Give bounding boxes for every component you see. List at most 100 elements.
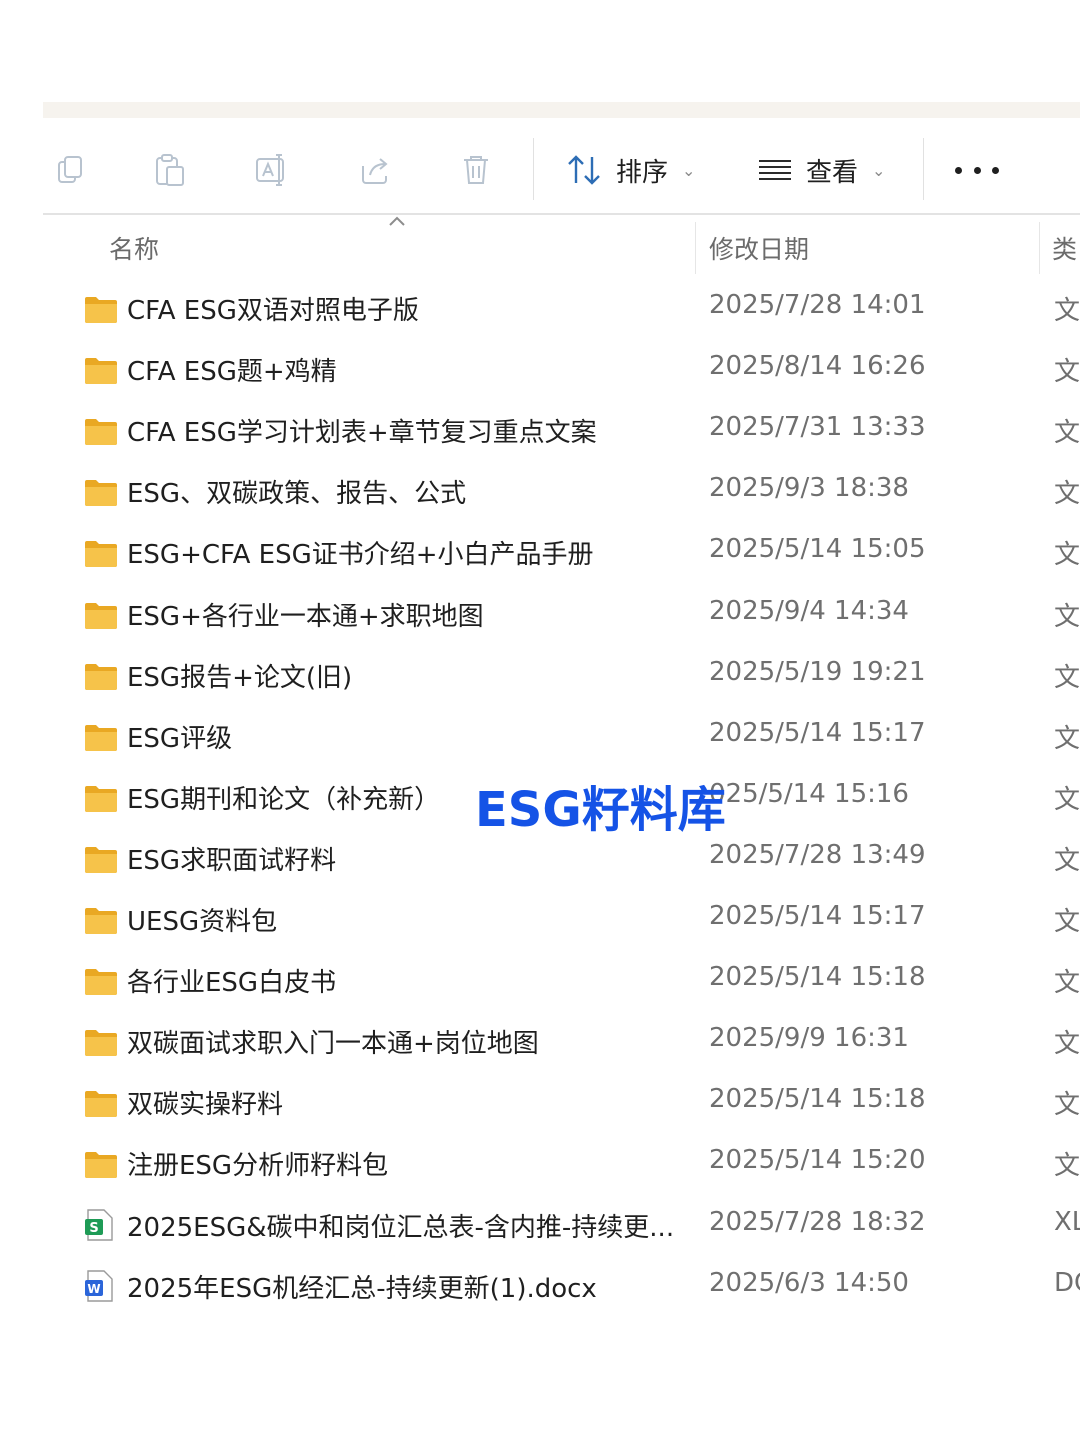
file-name: ESG+各行业一本通+求职地图 — [127, 601, 484, 632]
file-type: 文 — [1054, 1090, 1080, 1121]
file-name: 2025年ESG机经汇总-持续更新(1).docx — [127, 1273, 597, 1304]
file-modified-date: 2025/9/3 18:38 — [709, 473, 909, 504]
window-top-edge — [43, 102, 1080, 118]
folder-icon — [84, 355, 118, 385]
more-icon[interactable] — [955, 154, 999, 186]
file-name: 2025ESG&碳中和岗位汇总表-含内推-持续更... — [127, 1212, 675, 1243]
view-icon — [759, 160, 791, 180]
svg-text:S: S — [89, 1221, 98, 1236]
file-modified-date: 2025/9/4 14:34 — [709, 595, 909, 626]
file-name: ESG报告+论文(旧) — [127, 662, 353, 693]
file-type: 文 — [1054, 1029, 1080, 1060]
toolbar-separator — [923, 138, 924, 200]
folder-icon — [84, 783, 118, 813]
file-row[interactable]: 双碳面试求职入门一本通+岗位地图 2025/9/9 16:31 文 — [0, 1011, 1080, 1072]
file-name: 注册ESG分析师籽料包 — [127, 1151, 389, 1182]
file-type: 文 — [1054, 540, 1080, 571]
file-row[interactable]: ESG+CFA ESG证书介绍+小白产品手册 2025/5/14 15:05 文 — [0, 522, 1080, 583]
folder-icon — [84, 416, 118, 446]
folder-icon — [84, 1088, 118, 1118]
file-modified-date: 2025/5/14 15:18 — [709, 1084, 926, 1115]
view-button[interactable]: 查看 ⌄ — [756, 146, 885, 194]
file-modified-date: 2025/5/14 15:18 — [709, 962, 926, 993]
column-header-modified[interactable]: 修改日期 — [709, 226, 809, 270]
copy-icon[interactable] — [50, 150, 90, 190]
sort-icon — [568, 155, 600, 185]
folder-icon — [84, 538, 118, 568]
file-type: 文 — [1054, 1151, 1080, 1182]
folder-icon — [84, 477, 118, 507]
folder-icon — [84, 905, 118, 935]
file-type: 文 — [1054, 601, 1080, 632]
file-row[interactable]: ESG、双碳政策、报告、公式 2025/9/3 18:38 文 — [0, 461, 1080, 522]
file-name: CFA ESG题+鸡精 — [127, 357, 337, 388]
file-row[interactable]: 双碳实操籽料 2025/5/14 15:18 文 — [0, 1072, 1080, 1133]
file-type: 文 — [1054, 968, 1080, 999]
paste-icon[interactable] — [150, 150, 190, 190]
file-name: 双碳实操籽料 — [127, 1090, 284, 1121]
column-separator[interactable] — [695, 222, 696, 274]
toolbar-separator — [533, 138, 534, 200]
sort-button[interactable]: 排序 ⌄ — [566, 146, 695, 194]
file-name: ESG、双碳政策、报告、公式 — [127, 479, 467, 510]
chevron-down-icon: ⌄ — [682, 160, 696, 180]
file-name: 双碳面试求职入门一本通+岗位地图 — [127, 1029, 539, 1060]
file-type: 文 — [1054, 357, 1080, 388]
spreadsheet-icon: S — [84, 1208, 118, 1241]
share-icon[interactable] — [355, 150, 395, 190]
file-type: 文 — [1054, 907, 1080, 937]
file-row[interactable]: CFA ESG题+鸡精 2025/8/14 16:26 文 — [0, 339, 1080, 400]
chevron-down-icon: ⌄ — [872, 160, 886, 180]
sort-label: 排序 — [616, 157, 669, 188]
toolbar-divider — [43, 213, 1080, 215]
sort-ascending-icon — [389, 216, 405, 226]
file-row[interactable]: CFA ESG学习计划表+章节复习重点文案 2025/7/31 13:33 文 — [0, 400, 1080, 461]
file-row[interactable]: 各行业ESG白皮书 2025/5/14 15:18 文 — [0, 950, 1080, 1011]
file-type: 文 — [1054, 784, 1080, 815]
file-type: 文 — [1054, 845, 1080, 876]
column-header-type[interactable]: 类 — [1052, 226, 1077, 270]
file-type: 文 — [1054, 662, 1080, 693]
folder-icon — [84, 722, 118, 752]
word-document-icon: W — [84, 1269, 118, 1302]
column-separator[interactable] — [1039, 222, 1040, 274]
folder-icon — [84, 966, 118, 996]
rename-icon[interactable] — [252, 150, 292, 190]
file-modified-date: 2025/5/14 15:05 — [709, 534, 926, 565]
folder-icon — [84, 294, 118, 324]
file-modified-date: 2025/5/19 19:21 — [709, 656, 926, 687]
file-modified-date: 2025/7/28 13:49 — [709, 839, 926, 870]
folder-icon — [84, 1149, 118, 1179]
file-type: XL — [1054, 1206, 1080, 1237]
file-type: 文 — [1054, 723, 1080, 754]
file-name: CFA ESG学习计划表+章节复习重点文案 — [127, 418, 597, 449]
file-modified-date: 2025/7/31 13:33 — [709, 412, 926, 443]
file-row[interactable]: CFA ESG双语对照电子版 2025/7/28 14:01 文 — [0, 278, 1080, 339]
file-type: 文 — [1054, 418, 1080, 449]
file-name: ESG评级 — [127, 723, 233, 754]
overlay-caption: ESG籽料库 — [475, 782, 726, 838]
file-modified-date: 2025/5/14 15:17 — [709, 901, 926, 931]
view-label: 查看 — [806, 157, 859, 188]
svg-text:W: W — [87, 1282, 100, 1296]
folder-icon — [84, 661, 118, 691]
file-row[interactable]: ESG报告+论文(旧) 2025/5/19 19:21 文 — [0, 645, 1080, 706]
file-name: ESG期刊和论文（补充新） — [127, 784, 441, 815]
file-row[interactable]: UESG资料包 2025/5/14 15:17 文 — [0, 889, 1080, 950]
folder-icon — [84, 1027, 118, 1057]
file-row[interactable]: ESG评级 2025/5/14 15:17 文 — [0, 706, 1080, 767]
file-name: UESG资料包 — [127, 907, 278, 937]
file-row[interactable]: ESG+各行业一本通+求职地图 2025/9/4 14:34 文 — [0, 584, 1080, 645]
file-modified-date: 025/5/14 15:16 — [709, 778, 909, 809]
command-bar — [43, 118, 1080, 214]
file-row[interactable]: 注册ESG分析师籽料包 2025/5/14 15:20 文 — [0, 1133, 1080, 1194]
file-row[interactable]: S 2025ESG&碳中和岗位汇总表-含内推-持续更... 2025/7/28 18… — [0, 1195, 1080, 1256]
file-modified-date: 2025/5/14 15:17 — [709, 717, 926, 748]
file-modified-date: 2025/5/14 15:20 — [709, 1145, 926, 1176]
folder-icon — [84, 600, 118, 630]
file-row[interactable]: W 2025年ESG机经汇总-持续更新(1).docx 2025/6/3 14:50… — [0, 1256, 1080, 1317]
delete-icon[interactable] — [456, 150, 496, 190]
file-name: 各行业ESG白皮书 — [127, 968, 337, 999]
column-header-name[interactable]: 名称 — [109, 226, 159, 270]
file-modified-date: 2025/7/28 14:01 — [709, 290, 926, 320]
